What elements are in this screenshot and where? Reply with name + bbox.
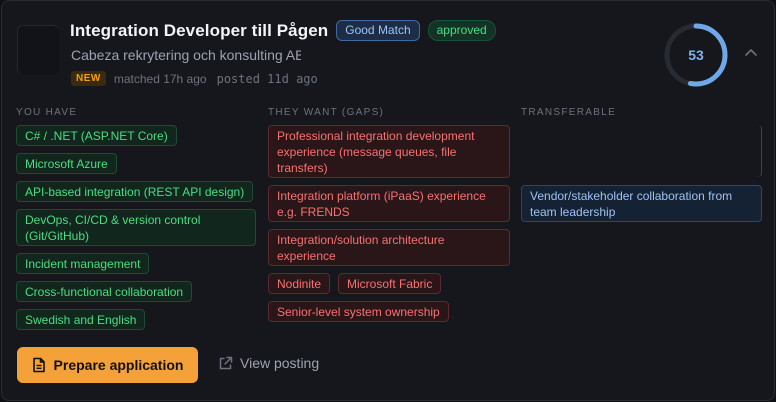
gap-chip: Integration platform (iPaaS) experience … (268, 185, 510, 222)
external-link-icon (219, 356, 233, 369)
they-want-heading: THEY WANT (GAPS) (268, 107, 385, 118)
company-name: Cabeza rekrytering och konsulting AB (71, 47, 301, 63)
chevron-up-icon[interactable] (744, 47, 758, 57)
have-chip: API-based integration (REST API design) (16, 181, 254, 202)
new-badge: NEW (71, 71, 106, 86)
gap-chip: Integration/solution architecture experi… (268, 229, 510, 266)
title-row: Integration Developer till Pågen Good Ma… (70, 20, 496, 41)
status-badge: approved (427, 20, 496, 41)
have-chip: Cross-functional collaboration (16, 281, 193, 302)
meta-row: NEW matched 17h ago posted 11d ago (71, 71, 318, 86)
score-value: 53 (688, 47, 704, 63)
job-card: Integration Developer till Pågen Good Ma… (1, 0, 775, 401)
job-title[interactable]: Integration Developer till Pågen (70, 21, 328, 41)
matched-time: matched 17h ago (113, 71, 207, 86)
gap-chip: Microsoft Fabric (338, 273, 442, 294)
view-posting-link[interactable]: View posting (218, 355, 319, 371)
you-have-heading: YOU HAVE (16, 107, 78, 118)
have-chip: DevOps, CI/CD & version control (Git/Git… (16, 209, 256, 246)
posted-time: posted 11d ago (216, 71, 318, 86)
view-posting-label: View posting (240, 355, 320, 371)
document-icon (32, 357, 45, 373)
prepare-application-button[interactable]: Prepare application (17, 347, 198, 383)
match-badge: Good Match (336, 20, 420, 41)
transferable-spacer (522, 125, 762, 177)
transferable-chip: Vendor/stakeholder collaboration from te… (521, 185, 762, 222)
gap-chip: Nodinite (268, 273, 331, 294)
have-chip: Incident management (16, 253, 150, 274)
gap-chip: Professional integration development exp… (268, 125, 510, 178)
have-chip: C# / .NET (ASP.NET Core) (16, 125, 177, 146)
have-chip: Swedish and English (16, 309, 146, 330)
gap-chip: Senior-level system ownership (268, 301, 449, 322)
company-logo (17, 25, 59, 75)
transferable-heading: TRANSFERABLE (521, 107, 617, 118)
have-chip: Microsoft Azure (16, 153, 117, 174)
prepare-application-label: Prepare application (53, 357, 184, 373)
match-score-ring: 53 (663, 22, 729, 88)
